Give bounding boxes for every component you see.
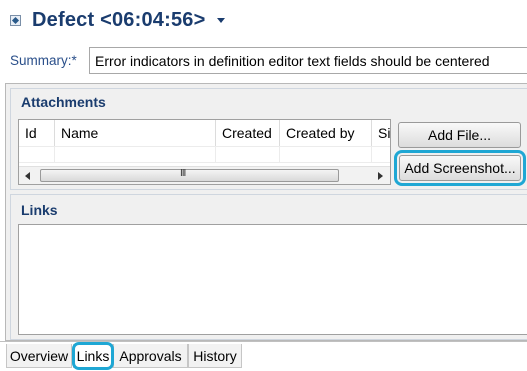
summary-label: Summary:* bbox=[10, 53, 77, 68]
page-title: Defect <06:04:56> bbox=[32, 9, 206, 31]
add-file-button[interactable]: Add File... bbox=[398, 122, 521, 148]
links-list[interactable] bbox=[18, 224, 527, 335]
add-screenshot-highlight bbox=[394, 150, 526, 186]
attachments-title: Attachments bbox=[21, 94, 106, 110]
scroll-left-icon[interactable] bbox=[25, 172, 30, 180]
scrollbar-grip: III bbox=[180, 168, 186, 179]
scroll-right-icon[interactable] bbox=[378, 172, 383, 180]
tab-links-highlight bbox=[72, 342, 114, 370]
editor-header: Defect <06:04:56> bbox=[0, 0, 527, 44]
column-header-size[interactable]: Siz bbox=[372, 120, 390, 146]
tab-history[interactable]: History bbox=[188, 344, 242, 368]
defect-icon bbox=[10, 15, 21, 26]
chevron-down-icon[interactable] bbox=[217, 18, 225, 23]
column-header-created[interactable]: Created bbox=[216, 120, 280, 146]
tab-approvals[interactable]: Approvals bbox=[113, 344, 188, 368]
column-header-created-by[interactable]: Created by bbox=[280, 120, 372, 146]
horizontal-scrollbar[interactable]: III bbox=[19, 166, 390, 184]
summary-field[interactable]: Error indicators in definition editor te… bbox=[89, 47, 527, 74]
tab-overview[interactable]: Overview bbox=[6, 344, 72, 368]
scrollbar-thumb[interactable]: III bbox=[40, 168, 339, 182]
column-header-id[interactable]: Id bbox=[19, 120, 55, 146]
table-row[interactable] bbox=[19, 146, 390, 163]
column-header-name[interactable]: Name bbox=[55, 120, 216, 146]
links-title: Links bbox=[21, 202, 58, 218]
attachments-table[interactable]: Id Name Created Created by Siz III bbox=[18, 119, 391, 185]
